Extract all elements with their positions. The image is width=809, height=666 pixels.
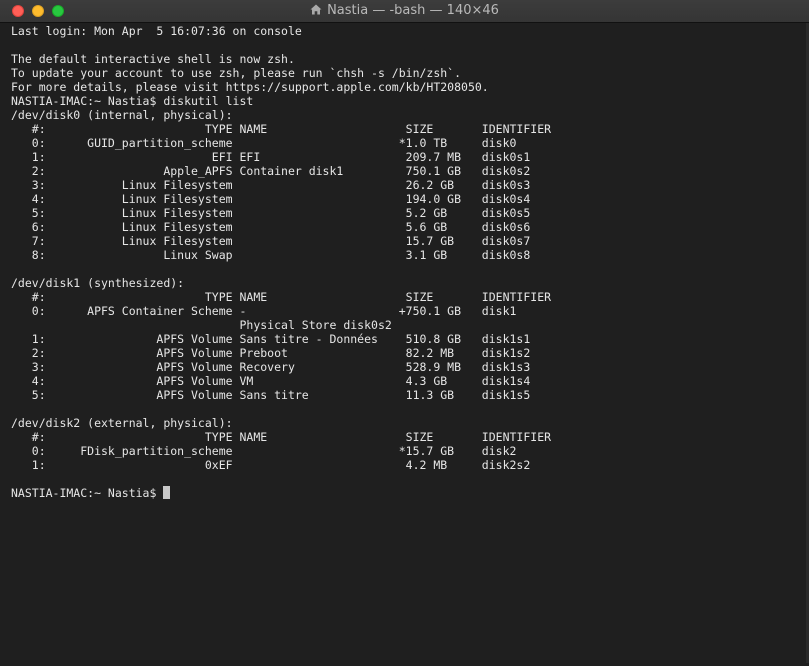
terminal-line: To update your account to use zsh, pleas… <box>11 66 462 80</box>
terminal-line: 2: Apple_APFS Container disk1 750.1 GB d… <box>11 164 531 178</box>
window-title-area: Nastia — -bash — 140×46 <box>0 0 809 22</box>
terminal-line: 1: 0xEF 4.2 MB disk2s2 <box>11 458 531 472</box>
terminal-line: /dev/disk2 (external, physical): <box>11 416 233 430</box>
shell-prompt: NASTIA-IMAC:~ Nastia$ <box>11 486 164 500</box>
terminal-line: 8: Linux Swap 3.1 GB disk0s8 <box>11 248 531 262</box>
terminal-line: 2: APFS Volume Preboot 82.2 MB disk1s2 <box>11 346 531 360</box>
home-icon <box>310 1 322 23</box>
title-bar[interactable]: Nastia — -bash — 140×46 <box>0 0 809 23</box>
terminal-line: /dev/disk1 (synthesized): <box>11 276 185 290</box>
terminal-line: 3: APFS Volume Recovery 528.9 MB disk1s3 <box>11 360 531 374</box>
terminal-window: Nastia — -bash — 140×46 Last login: Mon … <box>0 0 809 666</box>
terminal-line: NASTIA-IMAC:~ Nastia$ diskutil list <box>11 94 254 108</box>
terminal-line: 4: APFS Volume VM 4.3 GB disk1s4 <box>11 374 531 388</box>
text-cursor <box>163 486 171 499</box>
terminal-line: 1: EFI EFI 209.7 MB disk0s1 <box>11 150 531 164</box>
terminal-line: 0: APFS Container Scheme - +750.1 GB dis… <box>11 304 517 318</box>
terminal-line: /dev/disk0 (internal, physical): <box>11 108 233 122</box>
terminal-line: 7: Linux Filesystem 15.7 GB disk0s7 <box>11 234 531 248</box>
terminal-line: #: TYPE NAME SIZE IDENTIFIER <box>11 430 552 444</box>
terminal-line: #: TYPE NAME SIZE IDENTIFIER <box>11 290 552 304</box>
terminal-line: 5: APFS Volume Sans titre 11.3 GB disk1s… <box>11 388 531 402</box>
terminal-line: 0: FDisk_partition_scheme *15.7 GB disk2 <box>11 444 517 458</box>
terminal-line: 3: Linux Filesystem 26.2 GB disk0s3 <box>11 178 531 192</box>
terminal-line: 5: Linux Filesystem 5.2 GB disk0s5 <box>11 206 531 220</box>
terminal-line: #: TYPE NAME SIZE IDENTIFIER <box>11 122 552 136</box>
terminal-line: 6: Linux Filesystem 5.6 GB disk0s6 <box>11 220 531 234</box>
terminal-line: For more details, please visit https://s… <box>11 80 489 94</box>
window-title: Nastia — -bash — 140×46 <box>327 3 499 18</box>
terminal-line: Last login: Mon Apr 5 16:07:36 on consol… <box>11 24 302 38</box>
terminal-line: The default interactive shell is now zsh… <box>11 52 295 66</box>
terminal-line: 4: Linux Filesystem 194.0 GB disk0s4 <box>11 192 531 206</box>
terminal-line: Physical Store disk0s2 <box>11 318 392 332</box>
terminal-output[interactable]: Last login: Mon Apr 5 16:07:36 on consol… <box>11 24 801 660</box>
terminal-line: 1: APFS Volume Sans titre - Données 510.… <box>11 332 531 346</box>
terminal-line: 0: GUID_partition_scheme *1.0 TB disk0 <box>11 136 517 150</box>
